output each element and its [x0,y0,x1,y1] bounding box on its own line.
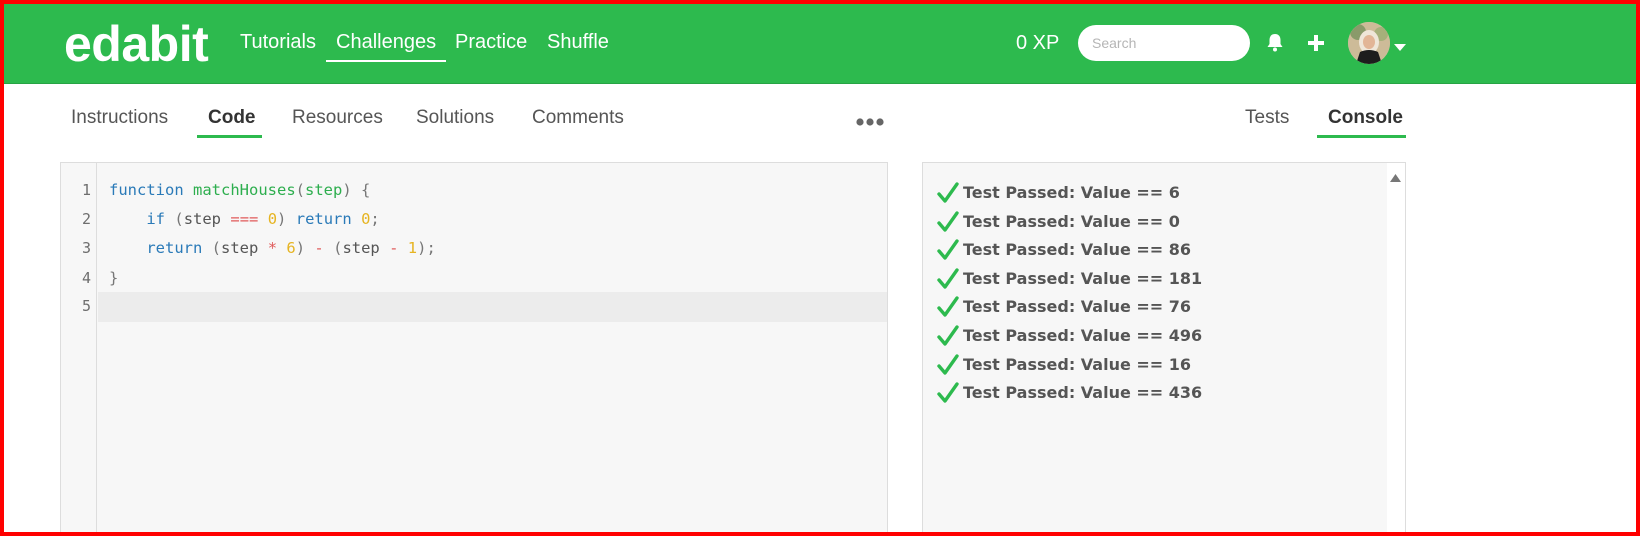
more-options-icon[interactable] [856,114,884,132]
line-number: 5 [81,297,91,315]
tab-resources[interactable]: Resources [292,106,383,130]
tab-solutions[interactable]: Solutions [416,106,494,130]
test-result-row: Test Passed: Value == 496 [937,322,1202,350]
check-icon [937,296,959,318]
test-result-row: Test Passed: Value == 181 [937,265,1202,293]
tab-code-underline [197,135,262,138]
code-line[interactable]: if (step === 0) return 0; [109,205,379,234]
check-icon [937,210,959,232]
nav-tutorials[interactable]: Tutorials [240,30,316,54]
line-number: 1 [81,181,91,199]
edabit-logo[interactable]: edabit [64,16,209,72]
test-result-text: Test Passed: Value == 0 [963,211,1180,231]
line-number-gutter: 1 2 3 4 5 [61,163,97,532]
test-result-text: Test Passed: Value == 86 [963,240,1192,260]
test-result-text: Test Passed: Value == 16 [963,354,1192,374]
line-number: 4 [81,269,91,287]
test-result-row: Test Passed: Value == 86 [937,236,1191,264]
test-result-text: Test Passed: Value == 181 [963,268,1203,288]
check-icon [937,382,959,403]
line-number: 2 [81,210,91,228]
test-result-text: Test Passed: Value == 76 [963,297,1192,317]
tab-tests[interactable]: Tests [1245,106,1289,130]
check-icon [937,353,959,375]
search-input[interactable] [1078,25,1250,61]
check-icon [937,239,959,260]
bell-icon[interactable] [1266,33,1284,58]
check-icon [937,268,959,289]
nav-practice[interactable]: Practice [455,30,527,54]
test-result-row: Test Passed: Value == 436 [937,379,1202,407]
test-result-text: Test Passed: Value == 496 [963,326,1203,345]
check-icon [937,325,959,346]
tab-console-underline [1317,135,1406,138]
app-window: edabit Tutorials Challenges Practice Shu… [4,4,1636,532]
code-line[interactable]: } [109,264,118,293]
check-icon [937,182,959,203]
plus-icon[interactable] [1307,34,1325,57]
line-number: 3 [81,239,91,257]
console-scrollbar[interactable] [1387,163,1405,532]
tab-code[interactable]: Code [208,106,256,130]
scroll-up-arrow-icon[interactable] [1390,169,1401,187]
tab-console[interactable]: Console [1328,106,1403,130]
tab-comments[interactable]: Comments [532,106,624,130]
test-result-text: Test Passed: Value == 6 [963,183,1180,202]
active-line-highlight [98,292,887,322]
avatar[interactable] [1348,22,1390,64]
test-result-row: Test Passed: Value == 16 [937,351,1191,379]
code-line[interactable]: function matchHouses(step) { [109,176,370,205]
nav-shuffle[interactable]: Shuffle [547,30,609,54]
test-result-row: Test Passed: Value == 6 [937,179,1180,207]
console-panel: Test Passed: Value == 6 Test Passed: Valu… [922,162,1406,532]
xp-counter: 0 XP [1016,32,1060,54]
test-result-row: Test Passed: Value == 0 [937,208,1180,236]
code-editor[interactable]: 1 2 3 4 5 function matchHouses(step) { i… [60,162,888,532]
test-result-text: Test Passed: Value == 436 [963,383,1203,403]
tab-instructions[interactable]: Instructions [71,106,168,130]
top-navbar: edabit Tutorials Challenges Practice Shu… [4,4,1636,84]
code-line[interactable]: return (step * 6) - (step - 1); [109,234,436,263]
test-result-row: Test Passed: Value == 76 [937,293,1191,321]
nav-challenges[interactable]: Challenges [326,30,447,62]
caret-down-icon[interactable] [1394,39,1406,57]
